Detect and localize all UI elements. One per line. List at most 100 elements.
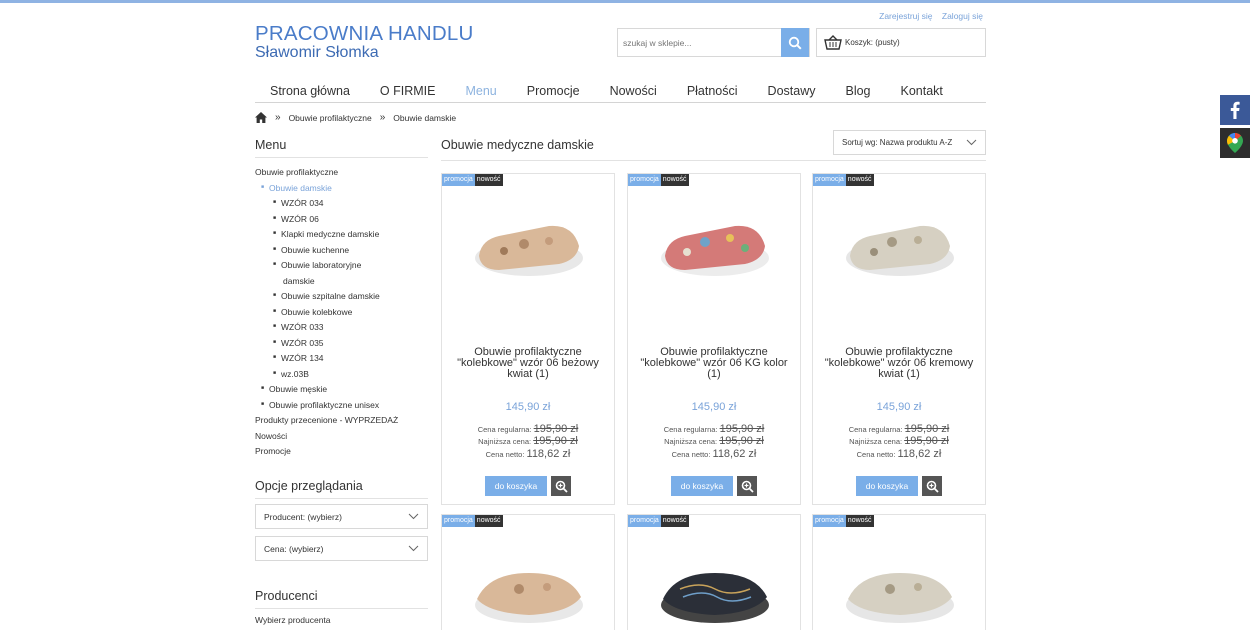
nav-blog[interactable]: Blog — [845, 84, 870, 102]
menu-subitem[interactable]: WZÓR 035 — [255, 336, 430, 352]
price-select-label: Cena: (wybierz) — [264, 543, 324, 554]
zoom-in-icon — [926, 480, 939, 493]
nav-menu[interactable]: Menu — [465, 84, 496, 102]
add-to-cart-button[interactable]: do koszyka — [856, 476, 918, 496]
options-heading: Opcje przeglądania — [255, 479, 428, 499]
product-badges: promocja nowość — [442, 174, 503, 186]
menu-item[interactable]: Nowości — [255, 429, 430, 445]
lowest-price: 195,90 zł — [533, 435, 578, 447]
regular-price-row: Cena regularna: 195,90 zł — [628, 423, 800, 435]
menu-item[interactable]: Obuwie profilaktyczne — [255, 165, 430, 181]
product-card[interactable]: promocja nowość Obuwie profilaktyczne "k… — [441, 173, 615, 505]
product-name[interactable]: Obuwie profilaktyczne "kolebkowe" wzór 0… — [447, 347, 609, 380]
net-price-label: Cena netto: — [671, 450, 711, 459]
regular-price-label: Cena regularna: — [663, 425, 718, 434]
regular-price: 195,90 zł — [904, 423, 950, 435]
nav-company[interactable]: O FIRMIE — [380, 84, 436, 102]
quick-view-button[interactable] — [737, 476, 757, 496]
menu-subitem-continued[interactable]: damskie — [255, 274, 430, 290]
menu-subitem[interactable]: Obuwie szpitalne damskie — [255, 289, 430, 305]
menu-subitem[interactable]: Klapki medyczne damskie — [255, 227, 430, 243]
product-image[interactable] — [655, 537, 775, 630]
nav-payments[interactable]: Płatności — [687, 84, 738, 102]
chevron-down-icon — [408, 545, 419, 552]
search-input[interactable] — [618, 29, 782, 56]
breadcrumb-item[interactable]: Obuwie profilaktyczne — [289, 113, 372, 123]
menu-subitem[interactable]: WZÓR 134 — [255, 351, 430, 367]
menu-subitem[interactable]: wz.03B — [255, 367, 430, 383]
menu-subitem[interactable]: Obuwie kuchenne — [255, 243, 430, 259]
product-card[interactable]: promocja nowość Obuwie profilaktyczne "k… — [627, 173, 801, 505]
product-name[interactable]: Obuwie profilaktyczne "kolebkowe" wzór 0… — [633, 347, 795, 380]
product-image[interactable] — [655, 196, 775, 296]
lowest-price-row: Najniższa cena: 195,90 zł — [442, 435, 614, 447]
login-link[interactable]: Zaloguj się — [942, 11, 983, 21]
product-price: 145,90 zł — [505, 401, 551, 413]
product-card[interactable]: promocja nowość Obuwie profilaktyczne "k… — [812, 173, 986, 505]
promo-badge: promocja — [628, 515, 661, 527]
site-logo[interactable]: PRACOWNIA HANDLU Sławomir Słomka — [255, 23, 473, 61]
cart-button[interactable]: Koszyk: (pusty) — [816, 28, 986, 57]
nav-promotions[interactable]: Promocje — [527, 84, 580, 102]
menu-subitem[interactable]: WZÓR 06 — [255, 212, 430, 228]
product-image[interactable] — [469, 196, 589, 296]
add-to-cart-button[interactable]: do koszyka — [485, 476, 547, 496]
main-nav: Strona główna O FIRMIE Menu Promocje Now… — [255, 84, 986, 103]
quick-view-button[interactable] — [551, 476, 571, 496]
menu-subitem[interactable]: Obuwie kolebkowe — [255, 305, 430, 321]
regular-price: 195,90 zł — [719, 423, 765, 435]
promo-badge: promocja — [442, 174, 475, 186]
net-price-row: Cena netto: 118,62 zł — [442, 448, 614, 460]
product-image[interactable] — [469, 537, 589, 630]
breadcrumb: » Obuwie profilaktyczne » Obuwie damskie — [255, 112, 456, 123]
quick-view-button[interactable] — [922, 476, 942, 496]
google-maps-button[interactable] — [1220, 128, 1250, 158]
nav-news[interactable]: Nowości — [610, 84, 657, 102]
product-price: 145,90 zł — [876, 401, 922, 413]
product-card[interactable]: promocja nowość — [812, 514, 986, 630]
product-image[interactable] — [840, 196, 960, 296]
net-price-label: Cena netto: — [856, 450, 896, 459]
product-image[interactable] — [840, 537, 960, 630]
sort-select[interactable]: Sortuj wg: Nazwa produktu A-Z — [833, 130, 986, 155]
menu-item-active[interactable]: Obuwie damskie — [255, 181, 430, 197]
product-card[interactable]: promocja nowość — [441, 514, 615, 630]
add-to-cart-button[interactable]: do koszyka — [671, 476, 733, 496]
search-box — [617, 28, 810, 57]
product-badges: promocja nowość — [628, 515, 689, 527]
product-badges: promocja nowość — [628, 174, 689, 186]
menu-item[interactable]: Obuwie męskie — [255, 382, 430, 398]
producers-select[interactable]: Wybierz producenta — [255, 615, 331, 625]
facebook-button[interactable] — [1220, 95, 1250, 125]
price-select[interactable]: Cena: (wybierz) — [255, 536, 428, 561]
cart-label: Koszyk: (pusty) — [845, 38, 900, 47]
menu-subitem[interactable]: Obuwie laboratoryjne — [255, 258, 430, 274]
menu-item[interactable]: Produkty przecenione - WYPRZEDAŻ — [255, 413, 430, 429]
search-button[interactable] — [781, 28, 809, 57]
product-badges: promocja nowość — [813, 174, 874, 186]
regular-price-row: Cena regularna: 195,90 zł — [442, 423, 614, 435]
breadcrumb-current: Obuwie damskie — [393, 112, 457, 123]
product-card[interactable]: promocja nowość — [627, 514, 801, 630]
menu-item[interactable]: Obuwie profilaktyczne unisex — [255, 398, 430, 414]
product-name[interactable]: Obuwie profilaktyczne "kolebkowe" wzór 0… — [818, 347, 980, 380]
producer-select-label: Producent: (wybierz) — [264, 511, 342, 522]
product-actions: do koszyka — [628, 476, 800, 496]
map-pin-icon — [1227, 133, 1243, 153]
nav-contact[interactable]: Kontakt — [901, 84, 943, 102]
menu-subitem[interactable]: WZÓR 033 — [255, 320, 430, 336]
nav-home[interactable]: Strona główna — [270, 84, 350, 102]
chevron-down-icon — [966, 139, 977, 146]
nav-delivery[interactable]: Dostawy — [768, 84, 816, 102]
register-link[interactable]: Zarejestruj się — [879, 11, 932, 21]
product-badges: promocja nowość — [442, 515, 503, 527]
producer-select[interactable]: Producent: (wybierz) — [255, 504, 428, 529]
home-icon[interactable] — [255, 112, 267, 123]
net-price: 118,62 zł — [526, 448, 571, 460]
menu-heading: Menu — [255, 138, 428, 158]
regular-price-row: Cena regularna: 195,90 zł — [813, 423, 985, 435]
promo-badge: promocja — [813, 174, 846, 186]
menu-item[interactable]: Promocje — [255, 444, 430, 460]
promo-badge: promocja — [813, 515, 846, 527]
menu-subitem[interactable]: WZÓR 034 — [255, 196, 430, 212]
